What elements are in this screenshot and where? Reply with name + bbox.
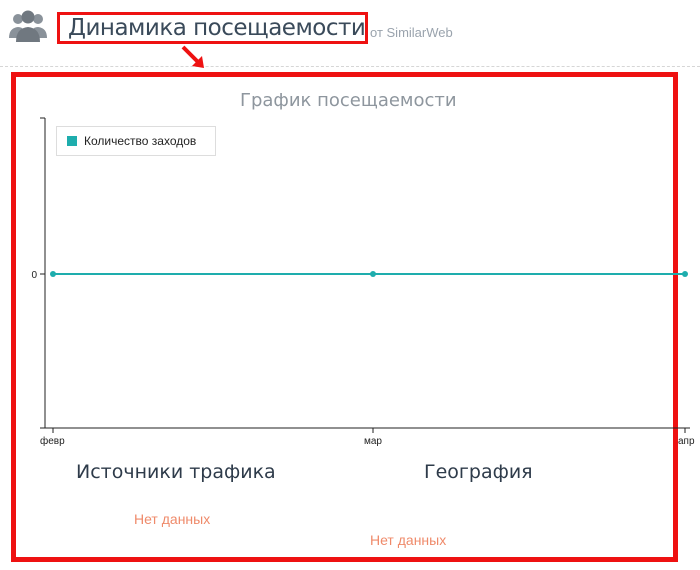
legend-swatch	[67, 136, 77, 146]
x-tick-label: февр	[40, 435, 65, 447]
traffic-sources-nodata: Нет данных	[134, 511, 211, 527]
geography-nodata: Нет данных	[370, 532, 447, 548]
y-tick-label: 0	[31, 270, 37, 281]
data-point	[50, 271, 56, 277]
x-tick-label: апр	[678, 436, 695, 447]
x-tick-label: мар	[364, 436, 382, 447]
data-point	[370, 271, 376, 277]
geography-title: География	[424, 461, 533, 483]
legend-label: Количество заходов	[84, 134, 197, 148]
data-point	[682, 271, 688, 277]
traffic-line-chart: 0 февр мар апр	[31, 117, 695, 447]
chart-legend[interactable]: Количество заходов	[56, 126, 216, 156]
traffic-sources-title: Источники трафика	[76, 461, 276, 483]
